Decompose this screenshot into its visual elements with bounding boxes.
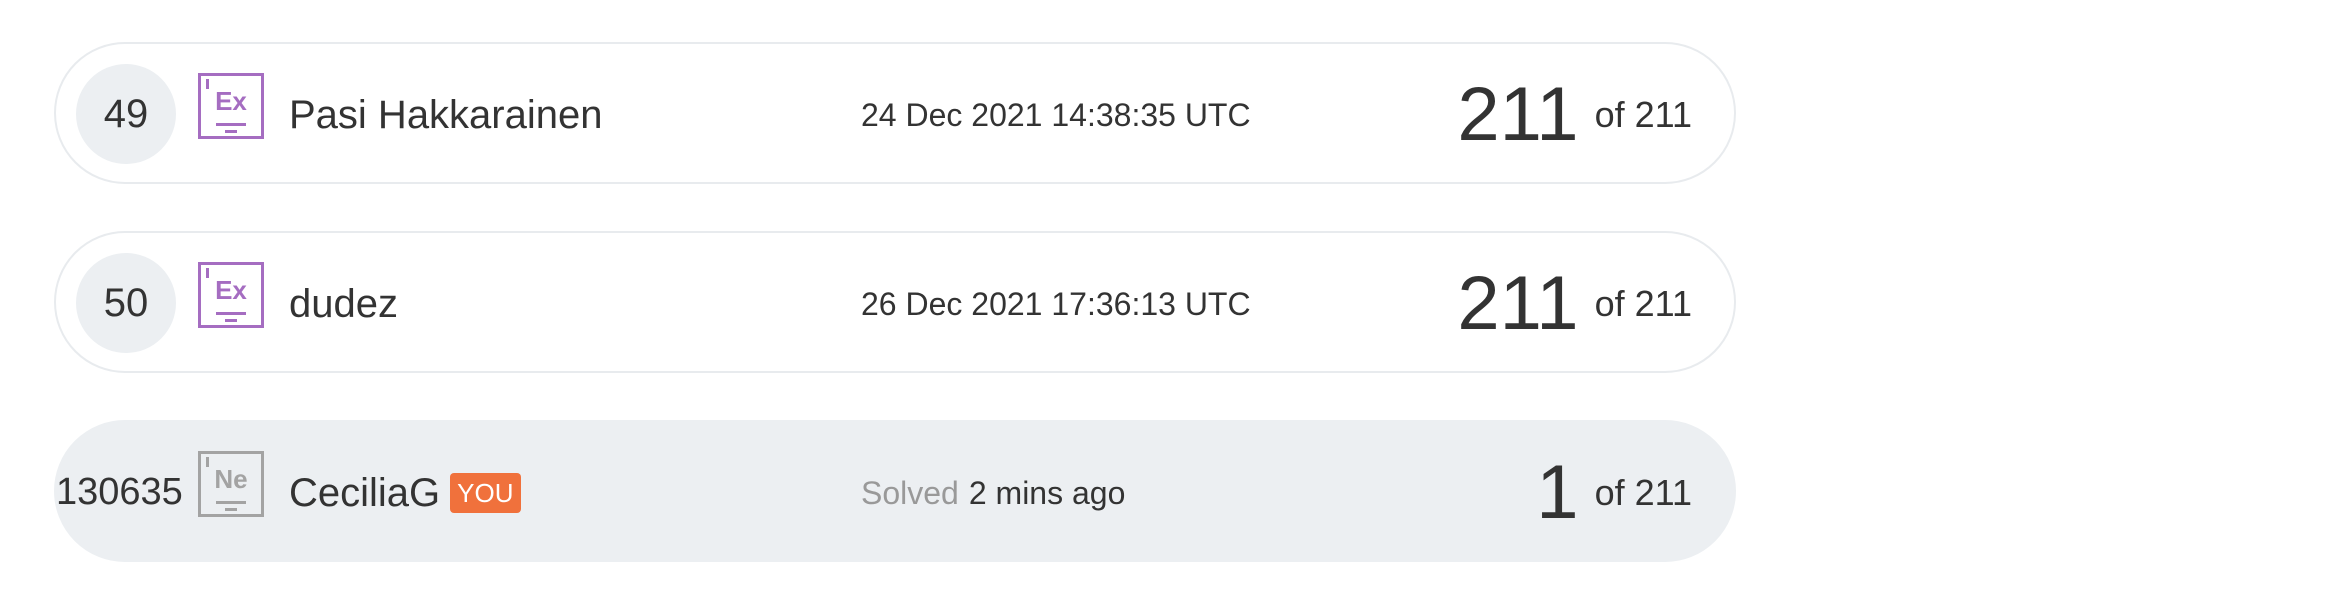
- completion-time: 26 Dec 2021 17:36:13 UTC: [861, 233, 1251, 375]
- score-value: 211: [1457, 261, 1579, 346]
- element-symbol: Ex: [215, 86, 247, 116]
- leaderboard-row[interactable]: 49 Ex Pasi Hakkarainen 24 Dec 2021 14:38…: [54, 42, 1736, 184]
- user-name-text[interactable]: dudez: [289, 282, 398, 327]
- score-value: 1: [1536, 450, 1579, 535]
- badge-line: [225, 319, 237, 322]
- user-name[interactable]: Pasi Hakkarainen: [289, 44, 603, 186]
- element-badge-icon: Ne: [198, 451, 264, 517]
- badge-line: [216, 123, 246, 126]
- solved-label: Solved: [861, 474, 959, 511]
- user-name-text[interactable]: CeciliaG: [289, 471, 440, 516]
- badge-line: [216, 312, 246, 315]
- completion-time: 24 Dec 2021 14:38:35 UTC: [861, 44, 1251, 186]
- user-name[interactable]: CeciliaG YOU: [289, 422, 521, 564]
- rank-badge: 49: [76, 64, 176, 164]
- rank-label: 130635: [56, 470, 183, 513]
- badge-line: [225, 508, 237, 511]
- timestamp: 26 Dec 2021 17:36:13 UTC: [861, 285, 1251, 322]
- you-badge: YOU: [450, 473, 521, 513]
- relative-time: 2 mins ago: [968, 474, 1126, 511]
- rank-badge: 50: [76, 253, 176, 353]
- badge-line: [216, 501, 246, 504]
- score-total: of 211: [1594, 94, 1692, 135]
- score-total: of 211: [1594, 472, 1692, 513]
- score: 211 of 211: [1457, 233, 1692, 375]
- leaderboard-row[interactable]: 50 Ex dudez 26 Dec 2021 17:36:13 UTC 211…: [54, 231, 1736, 373]
- score: 1 of 211: [1536, 422, 1692, 564]
- current-user-row[interactable]: 130635 Ne CeciliaG YOU Solved 2 mins ago…: [54, 420, 1736, 562]
- element-symbol: Ex: [215, 275, 247, 305]
- user-name-text[interactable]: Pasi Hakkarainen: [289, 93, 603, 138]
- user-name[interactable]: dudez: [289, 233, 398, 375]
- completion-time: Solved 2 mins ago: [861, 422, 1125, 564]
- element-symbol: Ne: [214, 464, 248, 494]
- score-value: 211: [1457, 72, 1579, 157]
- element-badge-icon: Ex: [198, 262, 264, 328]
- badge-line: [225, 130, 237, 133]
- element-badge-icon: Ex: [198, 73, 264, 139]
- timestamp: 24 Dec 2021 14:38:35 UTC: [861, 96, 1251, 133]
- score: 211 of 211: [1457, 44, 1692, 186]
- score-total: of 211: [1594, 283, 1692, 324]
